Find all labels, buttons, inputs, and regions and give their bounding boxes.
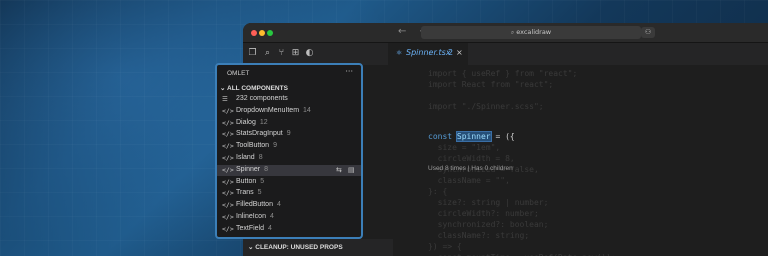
- code-line: import "./Spinner.scss";: [428, 102, 544, 111]
- extensions-icon[interactable]: ⊞: [290, 48, 301, 59]
- cleanup-section-label: CLEANUP: UNUSED PROPS: [255, 244, 343, 251]
- component-item[interactable]: </> ToolButton 9: [217, 141, 361, 152]
- component-item[interactable]: ☰ 232 components: [217, 94, 361, 105]
- component-item[interactable]: </> Trans 5: [217, 188, 361, 199]
- section-cleanup-unused-props[interactable]: ⌄ CLEANUP: UNUSED PROPS: [248, 243, 343, 251]
- component-item[interactable]: </> Spinner 8 ⇆ ▤: [217, 164, 361, 176]
- code-icon: </>: [222, 154, 234, 162]
- usage-count: 8: [258, 154, 263, 161]
- title-bar: ← → ⌕ excalidraw ⚇: [243, 23, 768, 43]
- files-icon[interactable]: ❐: [247, 48, 258, 59]
- component-label: FilledButton 4: [236, 201, 281, 209]
- code-icon: </>: [222, 189, 234, 198]
- codelens-hint[interactable]: Used 8 times | Has 0 children: [428, 165, 513, 172]
- code-line: circleWidth = 8,: [428, 154, 515, 163]
- omlet-panel: OMLET ··· ⌄ ALL COMPONENTS ☰ 232 componen…: [215, 63, 363, 239]
- component-item[interactable]: </> DropdownMenuItem 14: [217, 106, 361, 117]
- code-editor[interactable]: import { useRef } from "react"; import Re…: [388, 65, 768, 256]
- code-icon: </>: [222, 165, 234, 174]
- code-line: synchronized?: boolean;: [428, 220, 549, 229]
- component-item[interactable]: </> Button 5: [217, 177, 361, 188]
- code-icon: </>: [222, 106, 234, 115]
- close-icon[interactable]: ×: [456, 48, 463, 57]
- component-label: Island 8: [236, 154, 263, 161]
- address-text: excalidraw: [516, 28, 552, 36]
- usage-count: 5: [257, 189, 262, 197]
- selected-identifier[interactable]: Spinner: [455, 131, 492, 142]
- usage-count: 12: [259, 118, 268, 126]
- usage-count: 14: [303, 106, 311, 114]
- panel-header: OMLET ···: [217, 65, 361, 83]
- code-line: className?: string;: [428, 231, 530, 240]
- component-label: TextField 4: [236, 224, 272, 232]
- code-line: size = "1em",: [428, 143, 501, 152]
- maximize-window-button[interactable]: [267, 30, 273, 36]
- section-label: ALL COMPONENTS: [227, 85, 288, 92]
- close-window-button[interactable]: [251, 30, 257, 36]
- usage-count: 4: [269, 213, 274, 220]
- panel-title: OMLET: [227, 70, 250, 77]
- section-all-components[interactable]: ⌄ ALL COMPONENTS: [220, 84, 288, 92]
- component-label: Spinner 8: [236, 165, 269, 173]
- component-item[interactable]: </> Island 8: [217, 153, 361, 164]
- open-file-icon[interactable]: ▤: [348, 166, 355, 174]
- code-icon: </>: [222, 177, 234, 186]
- compare-icon[interactable]: ⇆: [336, 166, 342, 174]
- component-label: DropdownMenuItem 14: [236, 106, 311, 114]
- code-icon: </>: [222, 224, 234, 233]
- usage-count: 9: [286, 130, 291, 138]
- code-line: size?: string | number;: [428, 198, 549, 207]
- component-label: InlineIcon 4: [236, 213, 274, 220]
- component-item[interactable]: </> Dialog 12: [217, 118, 361, 129]
- component-label: 232 components: [236, 95, 288, 102]
- minimize-window-button[interactable]: [259, 30, 265, 36]
- account-icon[interactable]: ⚇: [641, 27, 655, 38]
- tab-spinner[interactable]: ⚛ Spinner.tsx 2 ×: [388, 43, 468, 65]
- component-label: Button 5: [236, 177, 265, 185]
- code-line: circleWidth?: number;: [428, 209, 539, 218]
- component-label: StatsDragInput 9: [236, 130, 291, 138]
- activity-bar: ❐ ⌕ ⑂ ⊞ ◐: [243, 43, 388, 65]
- list-icon: ☰: [222, 95, 228, 103]
- component-label: Dialog 12: [236, 118, 268, 126]
- code-line: }) => {: [428, 242, 462, 251]
- code-line: const Spinner = ({: [428, 131, 515, 142]
- code-icon: </>: [222, 213, 234, 221]
- component-label: ToolButton 9: [236, 142, 277, 150]
- tab-filename: Spinner.tsx: [406, 48, 451, 57]
- component-item[interactable]: </> TextField 4: [217, 224, 361, 235]
- tab-problem-count: 2: [448, 48, 454, 57]
- code-line: className = "",: [428, 176, 510, 185]
- usage-count: 9: [273, 142, 277, 150]
- component-item[interactable]: </> FilledButton 4: [217, 200, 361, 211]
- code-icon: </>: [222, 118, 234, 127]
- search-icon[interactable]: ⌕: [262, 48, 273, 59]
- react-file-icon: ⚛: [396, 49, 403, 57]
- usage-count: 5: [260, 177, 265, 185]
- search-icon: ⌕: [510, 29, 515, 36]
- usage-count: 4: [268, 224, 272, 232]
- code-icon: </>: [222, 142, 234, 151]
- code-line: }: {: [428, 187, 448, 196]
- editor-tab-bar: ⚛ Spinner.tsx 2 ×: [388, 43, 768, 65]
- omlet-icon[interactable]: ◐: [304, 48, 315, 59]
- address-bar[interactable]: ⌕ excalidraw: [421, 26, 641, 39]
- source-control-icon[interactable]: ⑂: [276, 48, 287, 59]
- code-icon: </>: [222, 130, 234, 139]
- code-icon: </>: [222, 201, 234, 210]
- code-line: import React from "react";: [428, 80, 554, 89]
- component-item[interactable]: </> InlineIcon 4: [217, 212, 361, 223]
- usage-count: 4: [276, 201, 281, 209]
- editor-area: ⚛ Spinner.tsx 2 × import { useRef } from…: [388, 43, 768, 256]
- component-item[interactable]: </> StatsDragInput 9: [217, 129, 361, 140]
- component-label: Trans 5: [236, 189, 262, 197]
- more-actions-icon[interactable]: ···: [345, 67, 353, 76]
- code-line: import { useRef } from "react";: [428, 69, 578, 78]
- usage-count: 8: [264, 165, 269, 173]
